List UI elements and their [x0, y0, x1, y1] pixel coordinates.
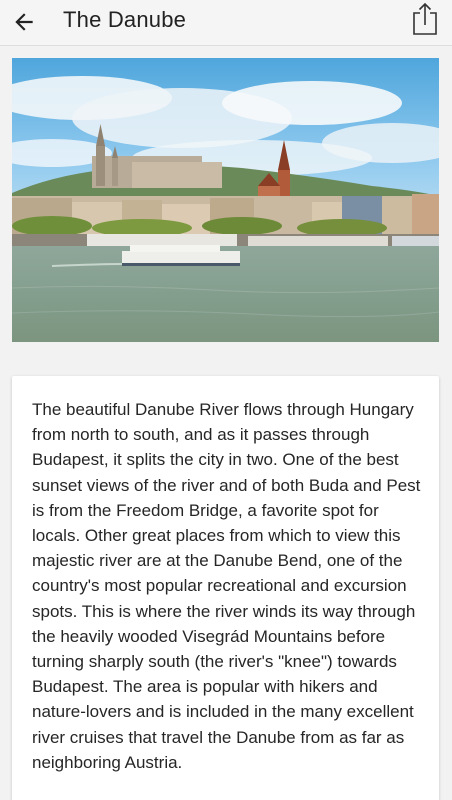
page-title: The Danube [63, 7, 187, 32]
arrow-left-icon [15, 13, 33, 31]
share-button[interactable] [408, 0, 442, 38]
app-bar: The Danube [0, 0, 452, 46]
danube-budapest-photo [12, 58, 439, 342]
back-button[interactable] [4, 2, 44, 42]
hero-image [12, 58, 439, 342]
description-card: The beautiful Danube River flows through… [12, 376, 439, 800]
app-screen: The Danube The beautiful Danube River fl… [0, 0, 452, 800]
share-icon [413, 2, 437, 35]
description-text: The beautiful Danube River flows through… [32, 400, 421, 772]
